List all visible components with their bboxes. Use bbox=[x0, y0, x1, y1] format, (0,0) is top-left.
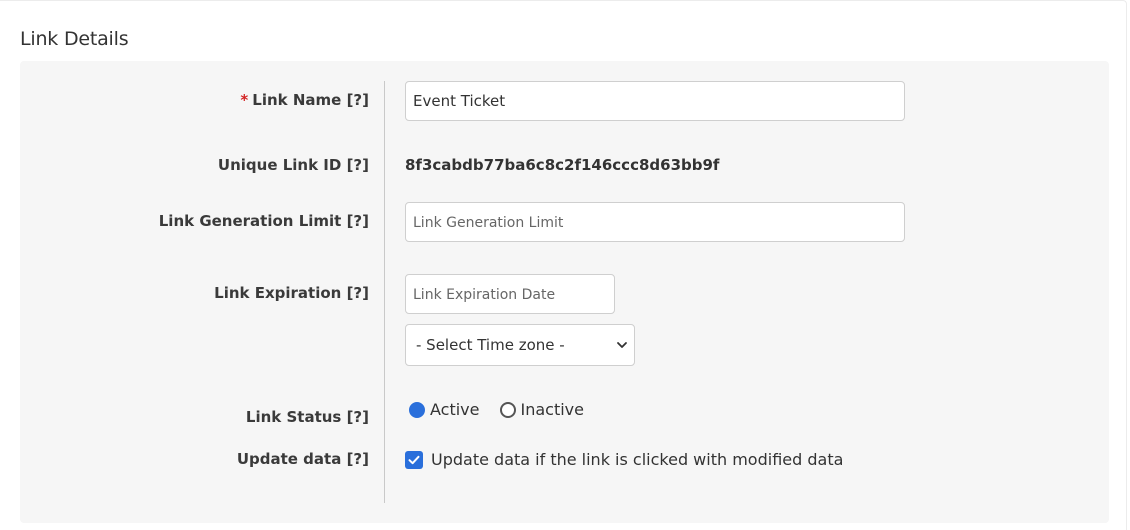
label-divider bbox=[384, 81, 385, 503]
status-inactive-label: Inactive bbox=[520, 400, 585, 419]
link-details-card: Link Details *Link Name [?] Unique Link … bbox=[0, 0, 1127, 530]
status-active-label: Active bbox=[430, 400, 480, 419]
section-title: Link Details bbox=[20, 28, 129, 50]
timezone-select[interactable]: - Select Time zone - bbox=[405, 324, 635, 366]
link-expiration-help[interactable]: [?] bbox=[347, 284, 369, 302]
status-inactive-option[interactable]: Inactive bbox=[499, 400, 585, 419]
unique-link-id-value: 8f3cabdb77ba6c8c2f146ccc8d63bb9f bbox=[405, 156, 720, 174]
update-data-label: Update data [?] bbox=[237, 450, 369, 468]
chevron-down-icon bbox=[617, 342, 627, 348]
required-marker: * bbox=[240, 91, 249, 109]
link-generation-limit-input[interactable] bbox=[405, 202, 905, 242]
link-generation-limit-label-text: Link Generation Limit bbox=[158, 212, 342, 230]
status-active-option[interactable]: Active bbox=[409, 400, 480, 419]
link-expiration-date-input[interactable] bbox=[405, 274, 615, 314]
unique-link-id-label-text: Unique Link ID bbox=[217, 156, 342, 174]
status-active-radio[interactable] bbox=[409, 401, 425, 418]
form-panel: *Link Name [?] Unique Link ID [?] 8f3cab… bbox=[20, 61, 1109, 523]
link-expiration-label: Link Expiration [?] bbox=[214, 284, 369, 302]
link-name-label: * Link Name [?] bbox=[240, 91, 369, 109]
link-generation-limit-label: Link Generation Limit [?] bbox=[159, 212, 369, 230]
unique-link-id-help[interactable]: [?] bbox=[347, 156, 369, 174]
link-generation-limit-help[interactable]: [?] bbox=[347, 212, 369, 230]
link-name-help[interactable]: [?] bbox=[347, 91, 369, 109]
update-data-help[interactable]: [?] bbox=[347, 450, 369, 468]
link-status-label-text: Link Status bbox=[245, 408, 342, 426]
status-inactive-radio[interactable] bbox=[499, 401, 516, 418]
update-data-checkbox-row[interactable]: Update data if the link is clicked with … bbox=[405, 450, 843, 469]
link-expiration-label-text: Link Expiration bbox=[214, 284, 342, 302]
link-status-help[interactable]: [?] bbox=[347, 408, 369, 426]
update-data-checkbox[interactable] bbox=[405, 450, 423, 469]
link-name-label-text: Link Name bbox=[252, 91, 342, 109]
checkmark-icon bbox=[408, 455, 420, 464]
unique-link-id-label: Unique Link ID [?] bbox=[218, 156, 369, 174]
timezone-select-value: - Select Time zone - bbox=[416, 336, 565, 354]
update-data-checkbox-label: Update data if the link is clicked with … bbox=[431, 450, 844, 469]
link-name-input[interactable] bbox=[405, 81, 905, 121]
update-data-label-text: Update data bbox=[236, 450, 342, 468]
link-status-label: Link Status [?] bbox=[246, 408, 369, 426]
link-status-radio-group: Active Inactive bbox=[409, 400, 604, 419]
